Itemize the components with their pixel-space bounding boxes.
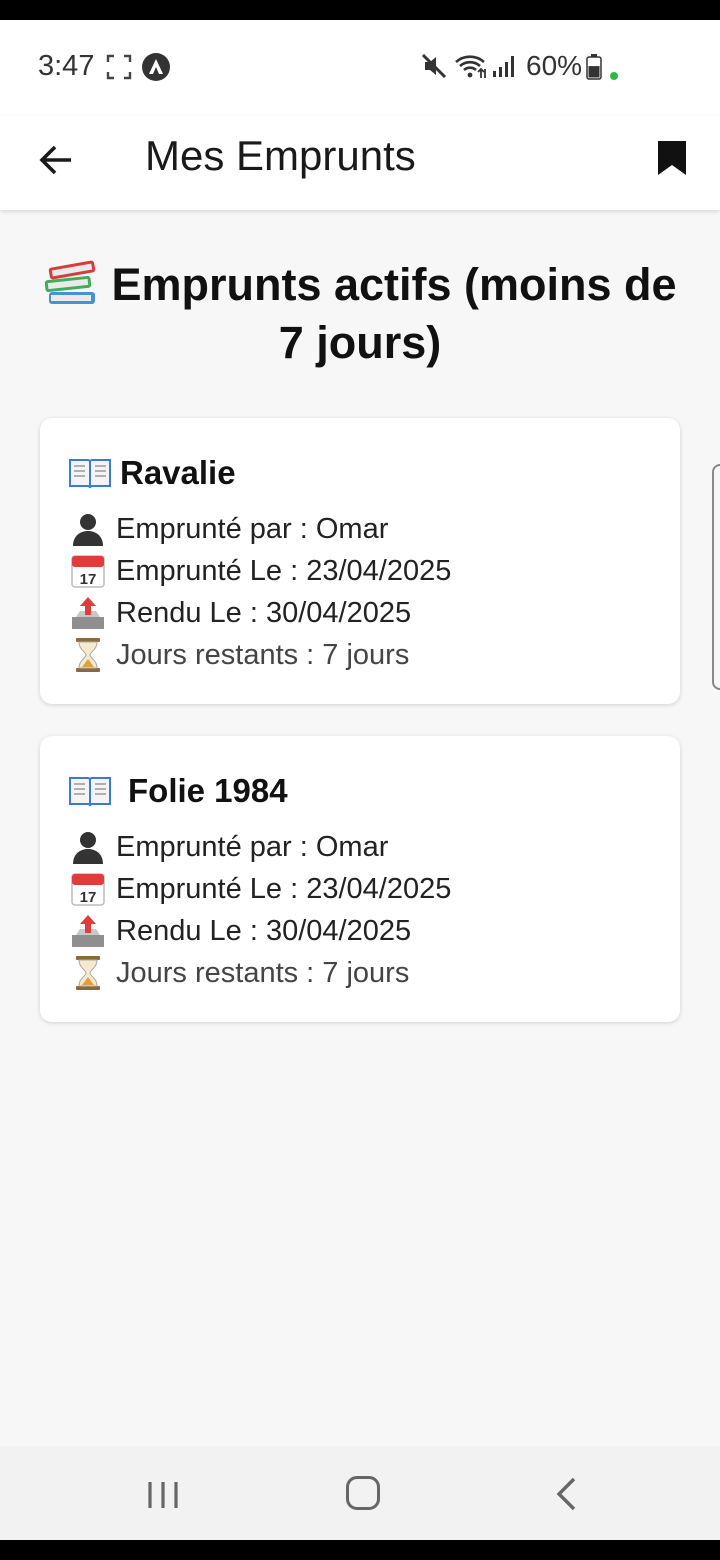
borrowed-by-row: Emprunté par : Omar [68,826,388,868]
bottom-bezel [0,1540,720,1560]
edge-panel-handle[interactable] [712,464,720,690]
mute-icon [421,53,447,79]
battery-percent: 60% [526,50,583,81]
outbox-tray-icon [68,912,108,950]
outbox-tray-icon [68,594,108,632]
status-bar: 3:47 60% [0,20,720,116]
returned-on-text: Rendu Le : 30/04/2025 [116,914,412,947]
home-button[interactable] [346,1476,380,1510]
loan-title-text: Folie 1984 [128,772,288,809]
loan-title-text: Ravalie [120,454,236,491]
borrowed-by-text: Emprunté par : Omar [116,512,389,545]
app-bar: Mes Emprunts [0,116,720,210]
arrow-left-icon [39,145,71,175]
main-content: Emprunts actifs (moins de 7 jours) Raval… [0,210,720,1446]
recent-apps-button[interactable] [146,1480,180,1510]
top-bezel [0,0,720,20]
svg-text:17: 17 [80,571,97,588]
screenshot-icon [106,54,132,80]
borrowed-on-text: Emprunté Le : 23/04/2025 [116,554,452,587]
loan-card[interactable]: Folie 1984 Emprunté par : Omar 17 Emprun… [40,736,680,1022]
person-silhouette-icon [68,510,108,548]
hourglass-icon [68,636,108,674]
battery-charging-dot [610,72,618,80]
days-left-row: Jours restants : 7 jours [68,952,409,994]
days-left-row: Jours restants : 7 jours [68,634,409,676]
wifi-icon [455,55,486,78]
app-title: Mes Emprunts [145,132,416,179]
borrowed-by-text: Emprunté par : Omar [116,830,389,863]
battery-icon [586,54,602,80]
section-heading-text: Emprunts actifs (moins de 7 jours) [111,259,677,368]
hourglass-icon [68,954,108,992]
days-left-text: Jours restants : 7 jours [116,956,410,989]
svg-text:17: 17 [80,889,97,906]
status-right: 60% [400,48,720,88]
bookmark-button[interactable] [646,130,698,186]
calendar-icon: 17 [68,552,108,590]
nav-back-button[interactable] [552,1476,580,1512]
calendar-icon: 17 [68,870,108,908]
returned-on-row: Rendu Le : 30/04/2025 [68,592,411,634]
loan-title: Ravalie [68,452,236,494]
days-left-text: Jours restants : 7 jours [116,638,410,671]
borrowed-by-row: Emprunté par : Omar [68,508,388,550]
returned-on-text: Rendu Le : 30/04/2025 [116,596,412,629]
bookmark-icon [658,141,686,175]
open-book-icon [69,777,111,807]
signal-icon [493,56,514,77]
system-nav-bar [0,1446,720,1540]
books-emoji-icon [45,260,96,304]
status-time: 3:47 [38,50,95,82]
back-button[interactable] [28,132,84,188]
open-book-icon [69,459,111,489]
app-notification-icon [142,53,170,81]
loan-title: Folie 1984 [68,770,288,812]
loan-card[interactable]: Ravalie Emprunté par : Omar 17 Emprunté … [40,418,680,704]
borrowed-on-row: 17 Emprunté Le : 23/04/2025 [68,550,451,592]
borrowed-on-row: 17 Emprunté Le : 23/04/2025 [68,868,451,910]
person-silhouette-icon [68,828,108,866]
returned-on-row: Rendu Le : 30/04/2025 [68,910,411,952]
borrowed-on-text: Emprunté Le : 23/04/2025 [116,872,452,905]
section-heading: Emprunts actifs (moins de 7 jours) [40,256,680,372]
